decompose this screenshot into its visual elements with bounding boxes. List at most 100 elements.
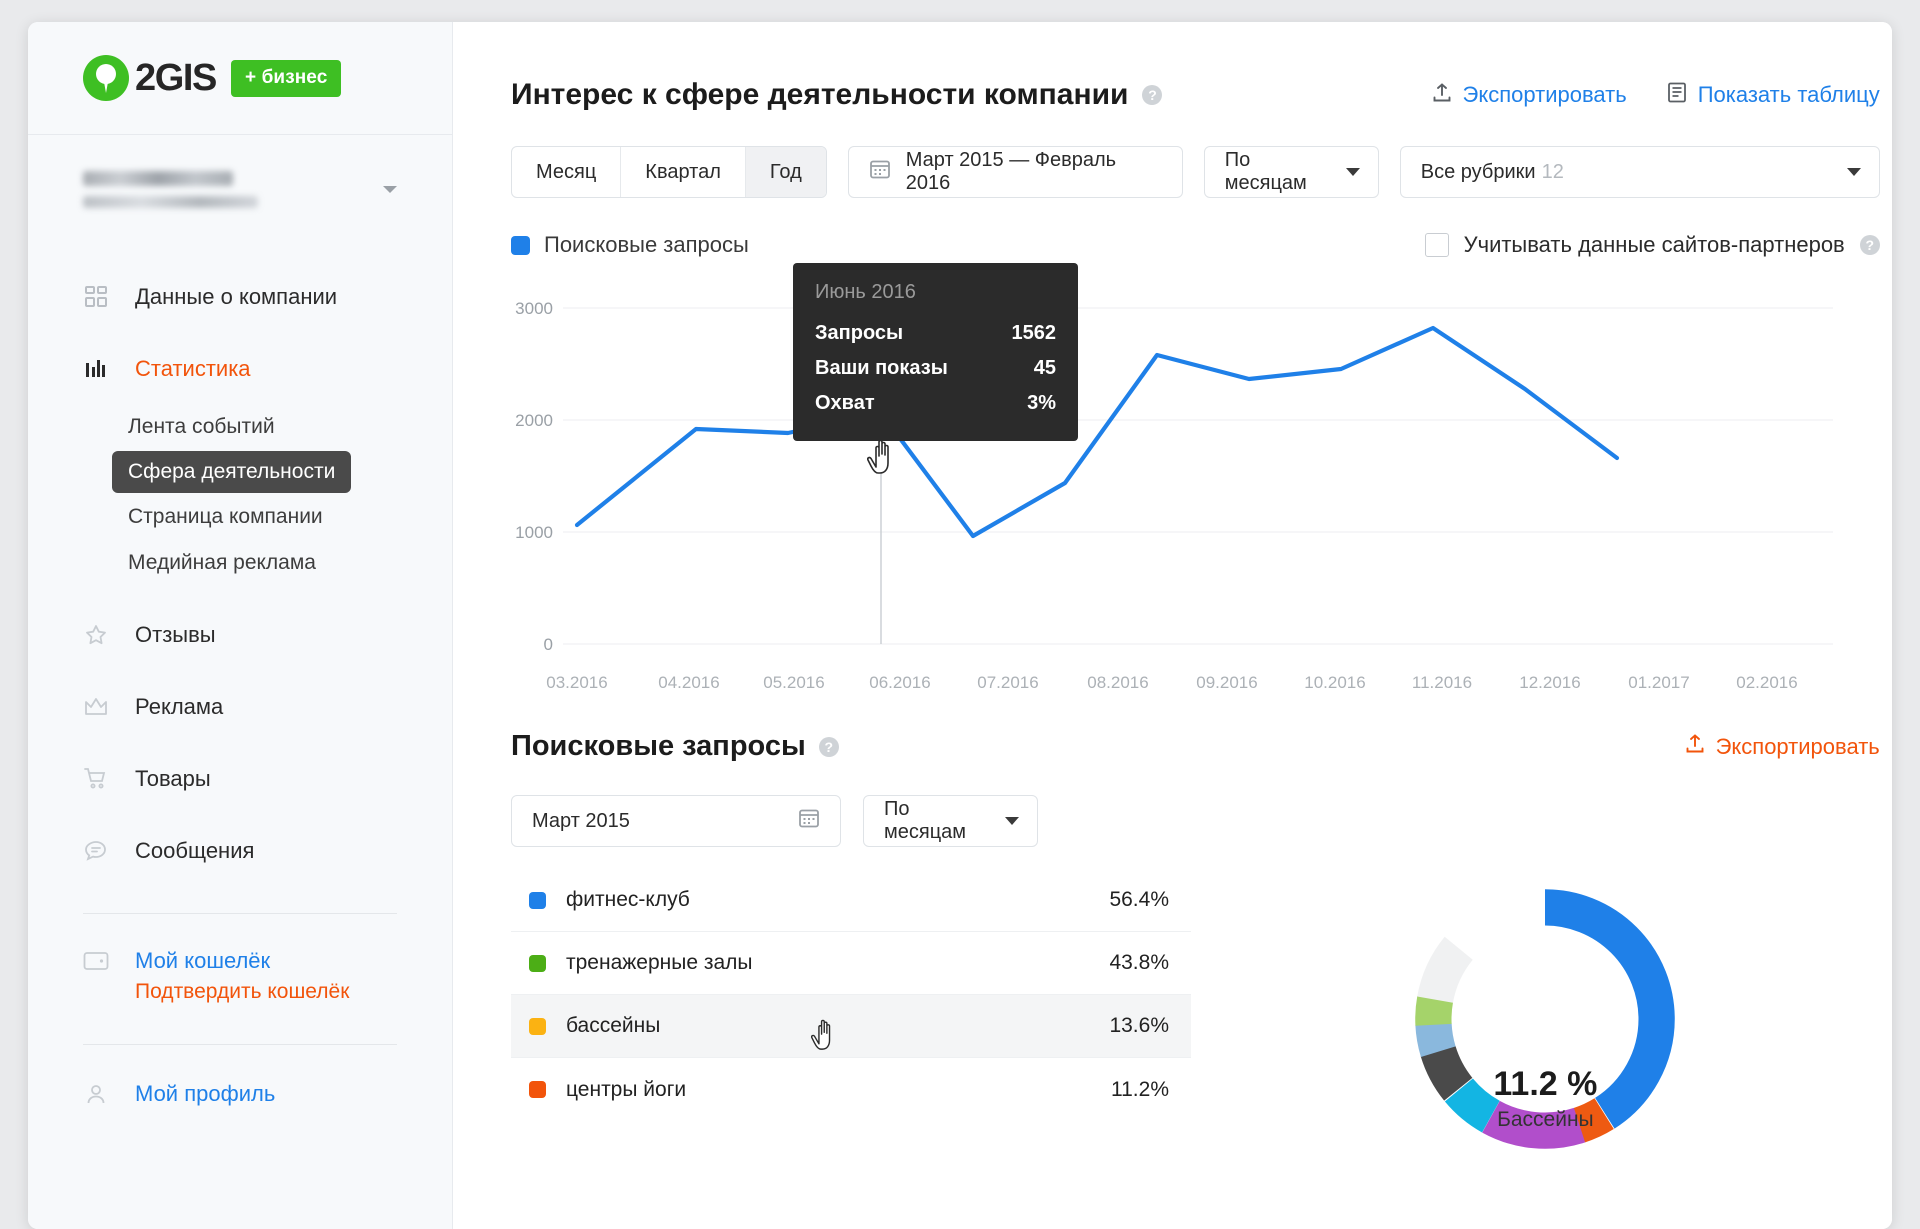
chevron-down-icon — [1846, 168, 1861, 176]
show-table-label: Показать таблицу — [1697, 82, 1880, 107]
sidebar-item-activity-sphere[interactable]: Сфера деятельности — [112, 451, 352, 493]
question-mark-icon[interactable]: ? — [818, 736, 839, 757]
chevron-down-icon[interactable] — [383, 185, 397, 193]
tooltip-row: Охват 3% — [815, 386, 1056, 421]
tooltip-row-value: 1562 — [1011, 322, 1057, 344]
tooltip-row: Ваши показы 45 — [815, 351, 1056, 386]
donut-chart[interactable]: 11.2 % Бассейны — [1211, 869, 1880, 1169]
line-chart-svg: 3000 2000 1000 0 03.2016 04.2016 05.2016… — [515, 299, 1833, 688]
period-quarter-button[interactable]: Квартал — [621, 147, 746, 197]
cart-icon — [83, 766, 109, 792]
profile-label: Мой профиль — [135, 1081, 276, 1106]
month-value: Март 2015 — [532, 809, 630, 832]
show-table-button[interactable]: Показать таблицу — [1667, 82, 1880, 109]
donut-center-name: Бассейны — [1497, 1108, 1594, 1131]
section-title: Поисковые запросы ? — [511, 730, 839, 763]
month-picker[interactable]: Март 2015 — [511, 795, 841, 847]
period-segmented-control: Месяц Квартал Год — [511, 146, 827, 198]
partner-data-label: Учитывать данные сайтов-партнеров — [1463, 232, 1845, 257]
mouse-cursor-icon — [811, 1019, 831, 1050]
sidebar-item-products[interactable]: Товары — [28, 743, 452, 815]
export-button[interactable]: Экспортировать — [1432, 82, 1627, 109]
wallet-icon — [83, 948, 109, 974]
donut-center-value: 11.2 % — [1493, 1065, 1598, 1103]
query-name: фитнес-клуб — [566, 888, 690, 911]
page-title: Интерес к сфере деятельности компании ? — [511, 78, 1163, 112]
sidebar-item-profile[interactable]: Мой профиль — [28, 1045, 452, 1107]
tooltip-row-value: 45 — [1033, 357, 1056, 379]
query-value: 13.6% — [1109, 1014, 1169, 1037]
user-icon — [83, 1081, 109, 1107]
tooltip-row-value: 3% — [1027, 392, 1056, 414]
queries-grouping-select[interactable]: По месяцам — [863, 795, 1038, 847]
query-name: тренажерные залы — [566, 951, 753, 974]
sidebar-subitem-label: Лента событий — [128, 415, 275, 438]
rubrics-count: 12 — [1541, 160, 1564, 183]
tooltip-row-label: Ваши показы — [815, 357, 948, 379]
period-month-button[interactable]: Месяц — [512, 147, 622, 197]
partner-data-checkbox[interactable] — [1424, 233, 1449, 257]
sidebar-item-label: Данные о компании — [135, 284, 338, 309]
svg-text:05.2016: 05.2016 — [763, 673, 824, 688]
sidebar-subitem-label: Сфера деятельности — [128, 460, 336, 483]
partner-data-checkbox-row[interactable]: Учитывать данные сайтов-партнеров ? — [1424, 232, 1880, 258]
sidebar-item-messages[interactable]: Сообщения — [28, 815, 452, 887]
2gis-logo-icon — [83, 55, 129, 101]
sidebar-subitem-label: Страница компании — [128, 505, 323, 528]
search-queries-header: Поисковые запросы ? Экспортировать — [453, 688, 1892, 763]
grouping-select[interactable]: По месяцам — [1203, 146, 1379, 198]
svg-text:2000: 2000 — [515, 411, 553, 430]
question-mark-icon[interactable]: ? — [1142, 85, 1163, 105]
sidebar-item-event-feed[interactable]: Лента событий — [128, 405, 452, 449]
sidebar-item-label: Реклама — [135, 694, 224, 719]
sidebar-item-statistics[interactable]: Статистика — [28, 333, 452, 405]
sidebar-item-advertising[interactable]: Реклама — [28, 671, 452, 743]
list-item[interactable]: центры йоги 11.2% — [511, 1058, 1191, 1121]
color-swatch-icon — [529, 891, 546, 909]
svg-text:04.2016: 04.2016 — [658, 673, 719, 688]
calendar-icon — [869, 158, 891, 186]
export-queries-button[interactable]: Экспортировать — [1685, 733, 1880, 760]
date-range-picker[interactable]: Март 2015 — Февраль 2016 — [847, 146, 1183, 198]
tooltip-row: Запросы 1562 — [815, 316, 1056, 351]
sidebar-item-company-page[interactable]: Страница компании — [128, 495, 452, 539]
chart-legend[interactable]: Поисковые запросы — [511, 232, 749, 258]
upload-icon — [1685, 733, 1705, 760]
bar-chart-icon — [83, 356, 109, 382]
account-switcher[interactable] — [28, 135, 452, 243]
calendar-icon[interactable] — [798, 807, 820, 835]
donut-center-label: 11.2 % Бассейны — [1493, 1065, 1597, 1132]
wallet-link[interactable]: Мой кошелёк — [135, 948, 349, 974]
list-item[interactable]: тренажерные залы 43.8% — [511, 932, 1191, 995]
tooltip-title: Июнь 2016 — [815, 281, 916, 303]
query-value: 11.2% — [1111, 1077, 1169, 1101]
sidebar-item-label: Статистика — [135, 356, 251, 381]
chart-header: Поисковые запросы Учитывать данные сайто… — [453, 198, 1892, 258]
list-item[interactable]: бассейны 13.6% — [511, 995, 1191, 1058]
list-item[interactable]: фитнес-клуб 56.4% — [511, 869, 1191, 932]
y-axis-labels: 3000 2000 1000 0 — [515, 299, 553, 654]
sidebar-subitem-label: Медийная реклама — [128, 551, 316, 574]
svg-text:1000: 1000 — [515, 523, 553, 542]
account-name-redacted — [83, 170, 258, 208]
sidebar-item-reviews[interactable]: Отзывы — [28, 599, 452, 671]
rubrics-select[interactable]: Все рубрики 12 — [1399, 146, 1880, 198]
svg-text:01.2017: 01.2017 — [1628, 673, 1689, 688]
confirm-wallet-link[interactable]: Подтвердить кошелёк — [135, 980, 349, 1004]
crown-icon — [83, 694, 109, 720]
query-value: 56.4% — [1109, 888, 1169, 911]
sidebar-item-label: Отзывы — [135, 622, 216, 647]
query-name: центры йоги — [566, 1077, 687, 1101]
svg-text:02.2016: 02.2016 — [1736, 673, 1797, 688]
logo[interactable]: 2GIS + бизнес — [28, 22, 452, 134]
question-mark-icon[interactable]: ? — [1859, 235, 1880, 255]
chevron-down-icon — [1005, 817, 1019, 825]
export-queries-label: Экспортировать — [1715, 733, 1880, 759]
period-year-button[interactable]: Год — [745, 147, 826, 197]
svg-text:0: 0 — [544, 635, 553, 654]
dashboard-icon — [83, 284, 109, 310]
sidebar-item-media-ads[interactable]: Медийная реклама — [128, 541, 452, 585]
queries-toolbar: Март 2015 По месяцам — [453, 763, 1892, 847]
sidebar-item-company-data[interactable]: Данные о компании — [28, 261, 452, 333]
line-chart[interactable]: 3000 2000 1000 0 03.2016 04.2016 05.2016… — [511, 263, 1880, 688]
